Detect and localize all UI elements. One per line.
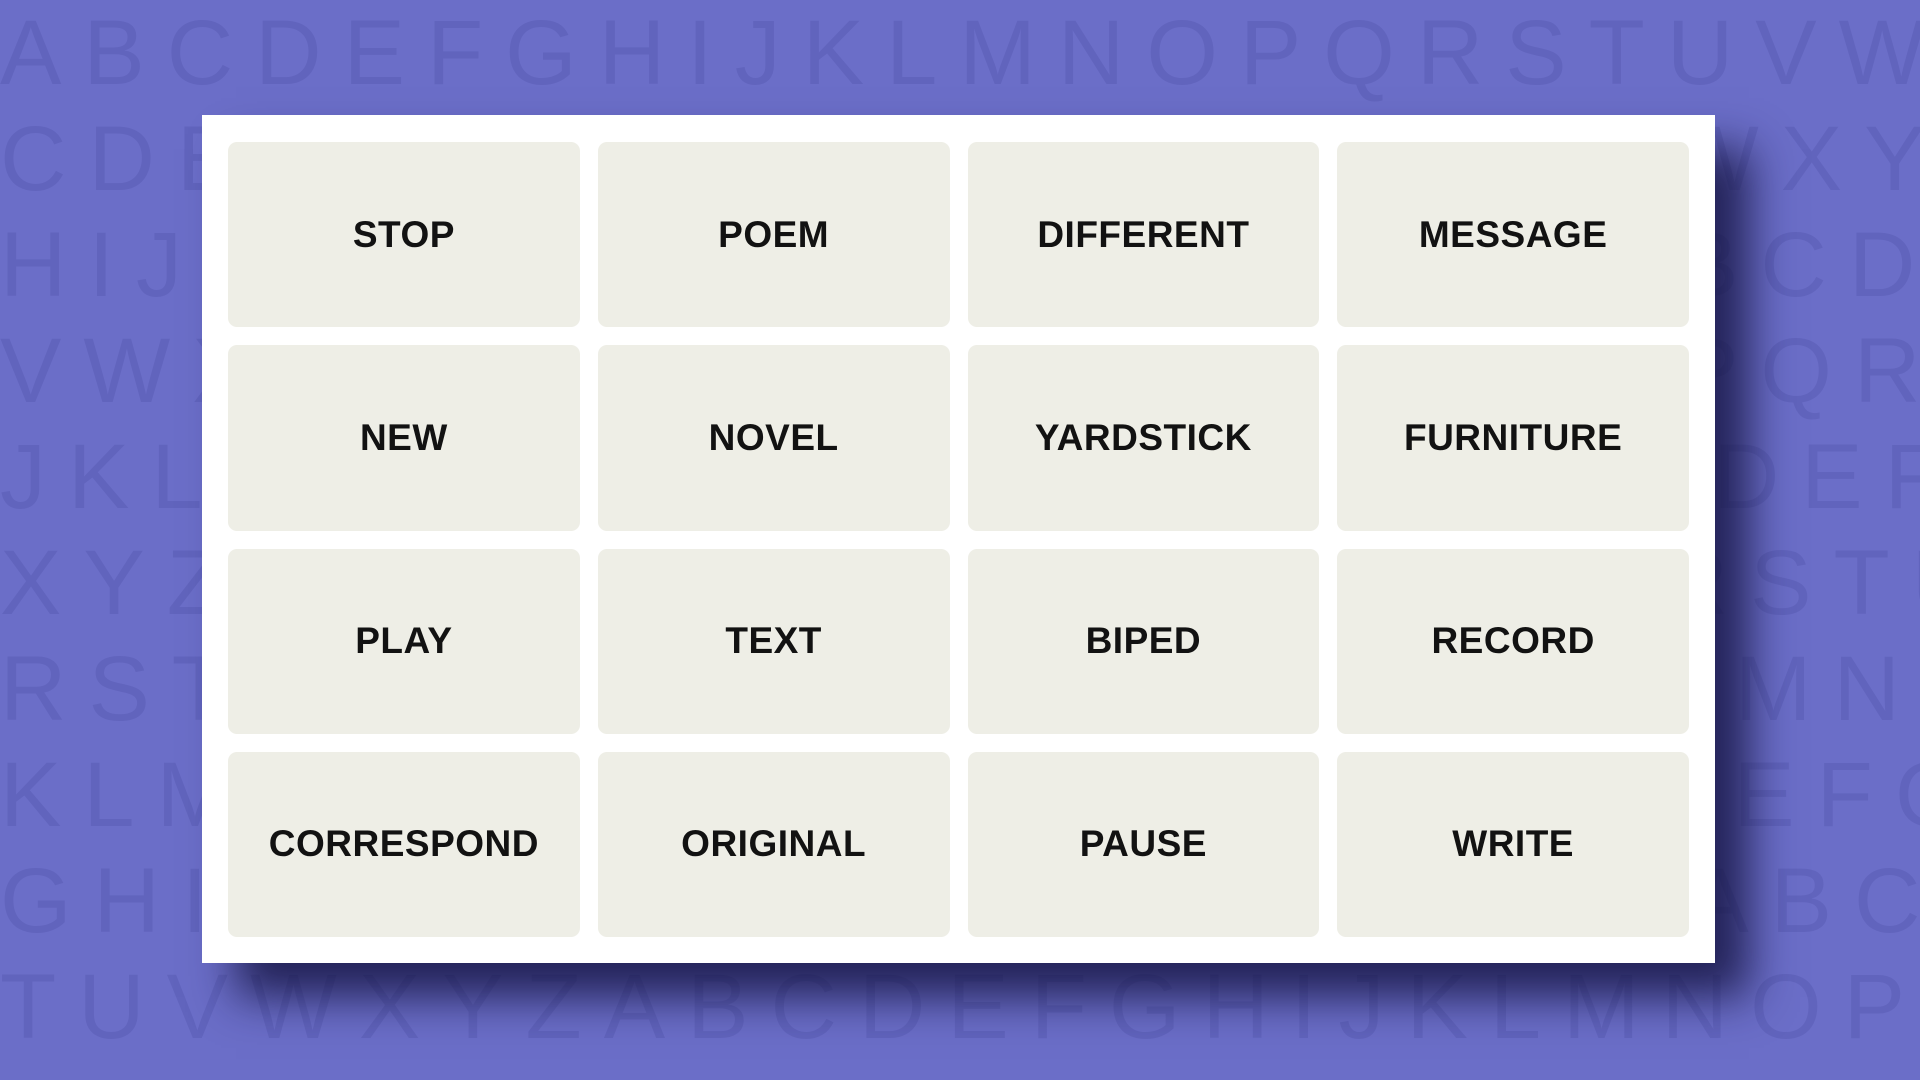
word-tile[interactable]: STOP: [228, 142, 580, 328]
word-tile[interactable]: PAUSE: [967, 751, 1320, 937]
word-tile[interactable]: YARDSTICK: [967, 345, 1320, 531]
word-tile-grid: STOP POEM DIFFERENT MESSAGE NEW NOVEL YARDSTIC…: [228, 142, 1689, 937]
word-tile-label: RECORD: [1431, 620, 1595, 662]
word-tile-label: PLAY: [355, 620, 453, 662]
word-tile[interactable]: FURNITURE: [1337, 345, 1689, 531]
word-tile-label: ORIGINAL: [681, 823, 867, 865]
word-tile-label: NOVEL: [708, 416, 839, 458]
word-tile-label: TEXT: [725, 620, 822, 662]
word-tile-label: CORRESPOND: [268, 823, 539, 865]
word-tile[interactable]: TEXT: [597, 548, 950, 734]
word-tile[interactable]: MESSAGE: [1337, 142, 1689, 328]
word-tile-label: PAUSE: [1079, 823, 1207, 865]
word-tile-label: FURNITURE: [1403, 416, 1623, 458]
word-tile-label: DIFFERENT: [1037, 213, 1250, 255]
word-tile[interactable]: ORIGINAL: [597, 751, 950, 937]
word-tile[interactable]: POEM: [597, 142, 950, 328]
word-tile-label: STOP: [352, 213, 455, 255]
word-tile-label: WRITE: [1452, 823, 1574, 865]
word-tile[interactable]: NEW: [228, 345, 580, 531]
background-letter-row: ABCDEFGHIJKLMNOPQRSTUVWXYZABCDEFGH: [0, 2, 1920, 104]
word-tile-label: BIPED: [1085, 620, 1202, 662]
word-tile[interactable]: DIFFERENT: [967, 142, 1320, 328]
word-tile[interactable]: RECORD: [1337, 548, 1689, 734]
word-tile[interactable]: CORRESPOND: [228, 751, 580, 937]
background-letter-row: TUVWXYZABCDEFGHIJKLMNOPQRSTUVWXYZA: [0, 956, 1920, 1058]
word-tile-label: MESSAGE: [1418, 213, 1608, 255]
background-letter-row: LMNOPQRSTUVWXYZABCDEFGHIJKLMNOPQRS: [0, 1060, 1920, 1080]
word-board-card: STOP POEM DIFFERENT MESSAGE NEW NOVEL YARDSTIC…: [202, 115, 1715, 963]
word-tile-label: YARDSTICK: [1034, 416, 1252, 458]
word-tile[interactable]: NOVEL: [597, 345, 950, 531]
word-tile[interactable]: WRITE: [1337, 751, 1689, 937]
word-tile-label: POEM: [718, 213, 830, 255]
word-tile[interactable]: BIPED: [967, 548, 1320, 734]
word-tile[interactable]: PLAY: [228, 548, 580, 734]
word-tile-label: NEW: [359, 416, 448, 458]
